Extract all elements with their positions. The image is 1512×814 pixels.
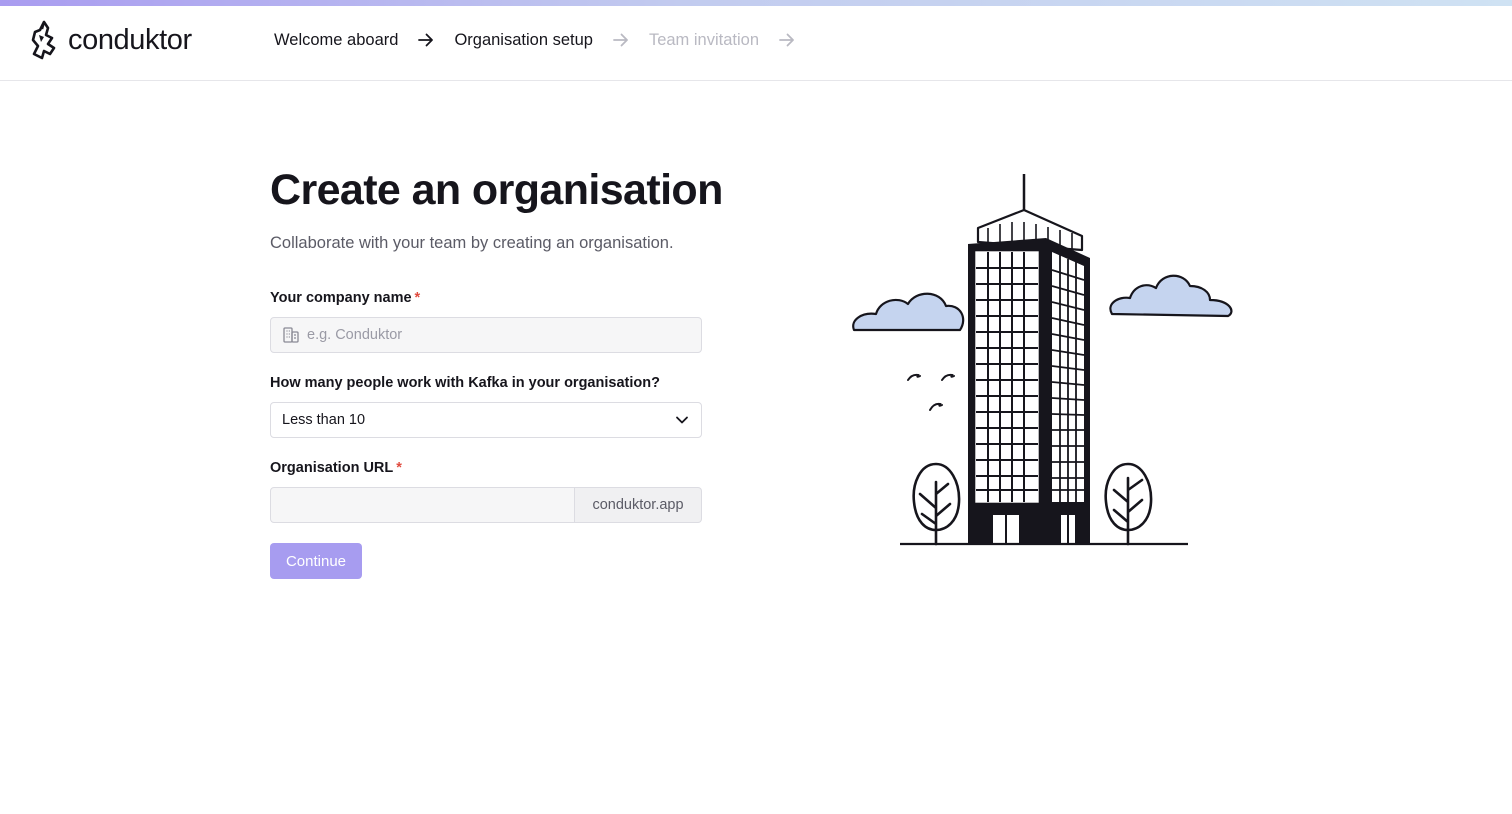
page-subtitle: Collaborate with your team by creating a…	[270, 234, 674, 252]
tree-right	[1104, 462, 1153, 546]
org-url-field: Organisation URL * conduktor.app	[270, 458, 702, 523]
header: conduktor Welcome aboard Organisation se…	[0, 6, 1512, 81]
company-name-input-wrapper[interactable]	[270, 317, 702, 353]
org-url-input[interactable]	[271, 488, 574, 522]
arrow-right-icon	[593, 28, 649, 52]
bird	[941, 373, 955, 381]
cloud-right	[1109, 274, 1233, 318]
tree-left	[912, 462, 961, 546]
brand-name: conduktor	[68, 23, 192, 56]
cloud-left	[852, 292, 965, 332]
company-name-label: Your company name *	[270, 288, 702, 308]
team-size-select[interactable]: Less than 10	[270, 402, 702, 438]
org-url-label: Organisation URL *	[270, 458, 702, 478]
office-building-illustration	[852, 174, 1233, 546]
org-url-label-text: Organisation URL	[270, 460, 394, 476]
org-url-suffix: conduktor.app	[575, 487, 702, 523]
building-icon	[283, 327, 299, 343]
company-name-label-text: Your company name	[270, 290, 412, 306]
bird	[929, 402, 943, 411]
step-organisation-setup: Organisation setup	[454, 30, 593, 49]
brand-logo[interactable]: conduktor	[30, 20, 192, 60]
step-team-invitation: Team invitation	[648, 30, 760, 49]
team-size-field: How many people work with Kafka in your …	[270, 373, 702, 438]
continue-button[interactable]: Continue	[270, 543, 362, 579]
conduktor-logo-icon	[31, 20, 56, 60]
bird	[907, 373, 921, 381]
arrow-right-icon	[759, 28, 815, 52]
chevron-down-icon	[676, 416, 688, 424]
create-organisation-form: Create an organisation Collaborate with …	[270, 162, 730, 579]
team-size-label: How many people work with Kafka in your …	[270, 375, 660, 391]
arrow-right-icon	[398, 28, 454, 52]
required-mark: *	[414, 290, 421, 306]
org-url-input-wrapper[interactable]	[270, 487, 575, 523]
team-size-selected-value: Less than 10	[282, 412, 366, 428]
onboarding-steps: Welcome aboard Organisation setup Team i…	[274, 28, 815, 52]
company-name-input[interactable]	[307, 318, 687, 352]
step-welcome-aboard: Welcome aboard	[274, 30, 399, 49]
org-url-input-group: conduktor.app	[270, 487, 702, 523]
page-title: Create an organisation	[270, 166, 723, 214]
required-mark: *	[396, 460, 402, 476]
company-name-field: Your company name *	[270, 288, 702, 353]
